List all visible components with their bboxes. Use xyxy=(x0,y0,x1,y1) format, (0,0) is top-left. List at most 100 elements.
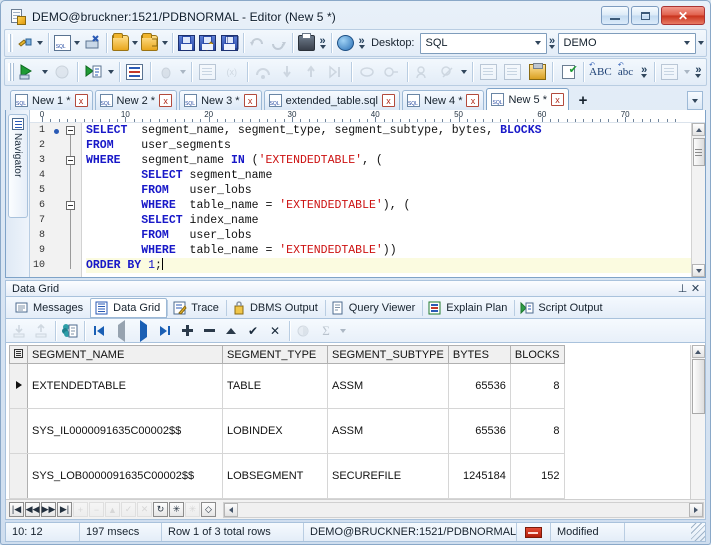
code-line[interactable]: WHERE table_name = 'EXTENDEDTABLE'), ( xyxy=(86,198,691,213)
open-recent-button[interactable] xyxy=(140,32,159,55)
scroll-down-button[interactable] xyxy=(692,264,705,277)
grid-select-all-header[interactable] xyxy=(9,345,28,364)
execute-statement-button[interactable] xyxy=(17,61,39,84)
check-syntax-button[interactable] xyxy=(557,61,579,84)
next-record-button[interactable] xyxy=(132,319,154,342)
first-record-button[interactable] xyxy=(88,321,110,341)
code-line[interactable]: WHERE table_name = 'EXTENDEDTABLE')) xyxy=(86,243,691,258)
open-file-button[interactable] xyxy=(110,32,129,55)
pin-icon[interactable]: ⊥ xyxy=(676,282,689,295)
debug-button[interactable] xyxy=(155,61,177,84)
explain-plan-button[interactable] xyxy=(124,61,146,84)
grid-asterisk-button[interactable]: ✳ xyxy=(169,502,184,517)
scroll-up-button[interactable] xyxy=(692,123,705,136)
grid-first-button[interactable]: |◀ xyxy=(9,502,24,517)
edit-record-button[interactable] xyxy=(220,321,242,341)
grid-insert-button[interactable]: + xyxy=(73,502,88,517)
grid-cell[interactable]: 8 xyxy=(510,408,565,454)
grid-horizontal-scrollbar[interactable] xyxy=(223,501,704,518)
tab-close-icon[interactable]: x xyxy=(551,93,565,106)
grid-delete-button[interactable]: − xyxy=(89,502,104,517)
result-grid[interactable]: SEGMENT_NAME SEGMENT_TYPE SEGMENT_SUBTYPE B… xyxy=(9,345,565,499)
debug-dropdown[interactable] xyxy=(178,61,188,84)
paste-clipboard-button[interactable] xyxy=(526,61,548,84)
tab-close-icon[interactable]: x xyxy=(243,94,257,107)
table-row[interactable]: SYS_IL0000091635C00002$$ LOBINDEX ASSM 6553… xyxy=(9,408,565,454)
toolbar-overflow-6[interactable]: » xyxy=(692,61,705,84)
navigator-tab[interactable]: Navigator xyxy=(7,114,28,218)
grid-cell[interactable]: SYS_IL0000091635C00002$$ xyxy=(27,408,223,454)
open-recent-dropdown[interactable] xyxy=(161,32,170,55)
tab-query-viewer[interactable]: Query Viewer xyxy=(326,298,422,318)
code-line[interactable]: FROM user_lobs xyxy=(86,183,691,198)
grid-cell[interactable]: 8 xyxy=(510,363,565,409)
import-data-button[interactable] xyxy=(8,321,30,341)
tab-extended-table-sql[interactable]: extended_table.sql x xyxy=(263,90,400,110)
session-dropdown[interactable] xyxy=(459,61,469,84)
tab-explain-plan[interactable]: Explain Plan xyxy=(423,298,514,318)
row-indicator[interactable] xyxy=(9,363,28,409)
insert-record-button[interactable] xyxy=(176,321,198,341)
grid-cell[interactable]: 65536 xyxy=(448,408,511,454)
toolbar-overflow-4[interactable] xyxy=(696,32,705,55)
lowercase-button[interactable]: abc xyxy=(614,60,636,84)
close-icon[interactable]: ✕ xyxy=(689,282,702,295)
open-file-dropdown[interactable] xyxy=(131,32,140,55)
resize-grip[interactable] xyxy=(691,523,705,541)
row-indicator[interactable] xyxy=(9,408,28,454)
fold-toggle-icon[interactable] xyxy=(66,201,75,210)
code-line[interactable]: FROM user_lobs xyxy=(86,228,691,243)
aggregate-sum-button[interactable]: Σ xyxy=(315,321,337,341)
tab-close-icon[interactable]: x xyxy=(466,94,480,107)
session-browser-button[interactable] xyxy=(412,61,434,84)
step-into-button[interactable] xyxy=(276,61,298,84)
print-button[interactable] xyxy=(297,32,316,55)
tab-new-5[interactable]: New 5 * x xyxy=(486,88,570,110)
grid-column-header[interactable]: SEGMENT_SUBTYPE xyxy=(327,345,449,364)
grid-cell[interactable]: 65536 xyxy=(448,363,511,409)
code-line[interactable]: WHERE segment_name IN ('EXTENDEDTABLE', … xyxy=(86,153,691,168)
disconnect-button[interactable] xyxy=(82,32,101,55)
grid-scroll-thumb[interactable] xyxy=(691,359,705,414)
tab-new-2[interactable]: New 2 * x xyxy=(94,90,178,110)
add-tab-button[interactable]: + xyxy=(571,90,595,110)
save-as-button[interactable] xyxy=(198,32,217,55)
copy-records-button[interactable] xyxy=(59,321,81,341)
connection-select[interactable]: DEMO xyxy=(557,32,697,54)
tab-close-icon[interactable]: x xyxy=(74,94,88,107)
templates-dropdown[interactable] xyxy=(682,61,692,84)
grid-cell[interactable]: 152 xyxy=(510,453,565,499)
scroll-thumb[interactable] xyxy=(692,138,705,166)
tab-trace[interactable]: Trace xyxy=(168,298,226,318)
run-to-cursor-button[interactable] xyxy=(325,61,347,84)
save-button[interactable] xyxy=(177,32,196,55)
grid-cell[interactable]: TABLE xyxy=(222,363,328,409)
bookmark-icon[interactable] xyxy=(54,129,59,134)
hscroll-left-button[interactable] xyxy=(224,502,238,517)
grid-vertical-scrollbar[interactable] xyxy=(690,345,705,499)
new-sql-window-button[interactable] xyxy=(53,32,72,55)
grid-column-header[interactable]: BYTES xyxy=(448,345,511,364)
tab-data-grid[interactable]: Data Grid xyxy=(90,297,168,318)
undo-button[interactable] xyxy=(248,32,267,55)
scroll-track[interactable] xyxy=(692,166,705,264)
close-button[interactable]: ✕ xyxy=(661,6,705,25)
step-out-button[interactable] xyxy=(301,61,323,84)
grid-column-header[interactable]: BLOCKS xyxy=(510,345,565,364)
templates-button[interactable] xyxy=(659,61,681,84)
tab-close-icon[interactable]: x xyxy=(159,94,173,107)
grid-post-button[interactable]: ✓ xyxy=(121,502,136,517)
fold-toggle-icon[interactable] xyxy=(66,156,75,165)
aggregate-dropdown[interactable] xyxy=(337,319,348,342)
new-sql-dropdown[interactable] xyxy=(73,32,82,55)
table-row[interactable]: SYS_LOB0000091635C00002$$ LOBSEGMENT SECUR… xyxy=(9,453,565,499)
toolbar-overflow-2[interactable]: » xyxy=(356,32,367,55)
tab-overflow-button[interactable] xyxy=(687,91,703,110)
tab-dbms-output[interactable]: DBMS Output xyxy=(227,298,325,318)
toolbar-overflow-5[interactable]: » xyxy=(638,61,651,84)
last-record-button[interactable] xyxy=(154,321,176,341)
toolbar-grip[interactable] xyxy=(8,63,14,81)
tab-new-1[interactable]: New 1 * x xyxy=(10,90,93,110)
code-line[interactable]: SELECT index_name xyxy=(86,213,691,228)
toolbar-overflow-1[interactable]: » xyxy=(317,32,328,55)
